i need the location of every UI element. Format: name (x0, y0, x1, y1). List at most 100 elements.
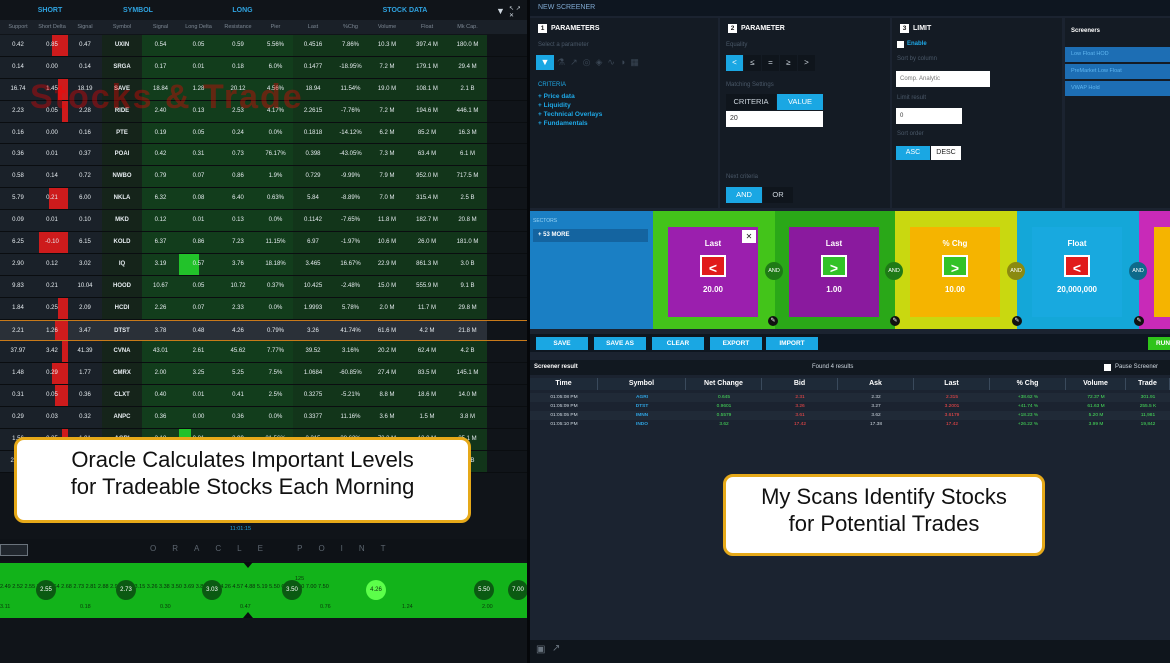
table-row[interactable]: 0.31 0.05 0.36 CLXT 0.40 0.01 0.41 2.5% 0.3275 -5… (0, 385, 527, 408)
edit-icon[interactable]: ✎ (1134, 316, 1144, 326)
table-row[interactable]: 0.42 0.85 0.47 UXIN 0.54 0.05 0.59 5.56% 0.4516 7… (0, 35, 527, 57)
results-col-8[interactable]: Trade (1126, 378, 1170, 390)
column-header-9[interactable]: %Chg (333, 20, 368, 34)
table-row[interactable]: 0.29 0.03 0.32 ANPC 0.36 0.00 0.36 0.0% 0.3377 11… (0, 407, 527, 430)
tab-criteria[interactable]: CRITERIA (726, 94, 776, 110)
and-button[interactable]: AND (726, 187, 762, 203)
filter-card-last-gt[interactable]: Last > 1.00 (789, 227, 879, 317)
desc-button[interactable]: DESC (931, 146, 961, 160)
save-as-button[interactable]: SAVE AS (594, 337, 646, 350)
op-lt-button[interactable]: < (726, 55, 743, 71)
column-header-11[interactable]: Float (406, 20, 448, 34)
oracle-level-circle[interactable]: 3.50 (282, 580, 302, 600)
close-icon[interactable]: ✕ (742, 230, 756, 243)
value-input[interactable]: 20 (726, 111, 823, 127)
param-type-icons[interactable]: ⚗↗◎◈∿◑▦ (557, 57, 644, 68)
result-cell: DTST (635, 404, 649, 409)
column-header-0[interactable]: Support (0, 20, 36, 34)
tree-item-liquidity[interactable]: + Liquidity (538, 101, 602, 110)
limit-result-input[interactable]: 0 (896, 108, 962, 124)
oracle-level-circle[interactable]: 2.73 (116, 580, 136, 600)
tree-item-technical[interactable]: + Technical Overlays (538, 110, 602, 119)
result-row[interactable]: 01:05:05 PM IMNN 0.5579 3.61 3.62 3.6179 +18.2… (530, 411, 1170, 420)
oracle-level-circle[interactable]: 3.03 (202, 580, 222, 600)
column-header-8[interactable]: Last (293, 20, 333, 34)
op-eq-button[interactable]: = (762, 55, 779, 71)
screener-vwap-hold[interactable]: VWAP Hold (1065, 81, 1170, 96)
results-col-1[interactable]: Symbol (598, 378, 686, 390)
window-controls-icon[interactable]: ↖ ↗ ✕ (509, 5, 527, 19)
import-button[interactable]: IMPORT (766, 337, 818, 350)
table-row[interactable]: 1.48 0.29 1.77 CMRX 2.00 3.25 5.25 7.5% 1.0684 -6… (0, 363, 527, 386)
filter-card-float[interactable]: Float < 20,000,000 (1032, 227, 1122, 317)
asc-button[interactable]: ASC (896, 146, 930, 160)
result-row[interactable]: 01:05:09 PM DTST 0.9601 3.26 3.27 3.2001 +41.7… (530, 402, 1170, 411)
results-col-2[interactable]: Net Change (686, 378, 762, 390)
results-col-5[interactable]: Last (914, 378, 990, 390)
tab-value[interactable]: VALUE (777, 94, 823, 110)
table-row[interactable]: 0.58 0.14 0.72 NWBO 0.79 0.07 0.86 1.9% 0.729 -9.… (0, 166, 527, 189)
table-row[interactable]: 1.84 0.25 2.09 HCDI 2.26 0.07 2.33 0.0% 1.9993 5.… (0, 297, 527, 320)
parameter-tree[interactable]: + Price data + Liquidity + Technical Ove… (538, 92, 602, 128)
screener-low-float-hod[interactable]: Low Float HOD (1065, 47, 1170, 62)
tree-item-fundamentals[interactable]: + Fundamentals (538, 119, 602, 128)
table-row[interactable]: 2.90 0.12 3.02 IQ 3.19 0.57 3.76 18.18% 3.465 16.… (0, 253, 527, 276)
export-button[interactable]: EXPORT (710, 337, 762, 350)
oracle-input[interactable] (0, 544, 28, 556)
column-header-5[interactable]: Long Delta (179, 20, 218, 34)
edit-icon[interactable]: ✎ (768, 316, 778, 326)
table-row[interactable]: 6.25 -0.10 6.15 KOLD 6.37 0.86 7.23 11.15% 6.97 -… (0, 232, 527, 254)
oracle-level-circle[interactable]: 2.55 (36, 580, 56, 600)
screener-premarket-low-float[interactable]: PreMarket Low Float (1065, 64, 1170, 79)
pause-checkbox[interactable] (1104, 364, 1111, 371)
op-ge-button[interactable]: ≥ (780, 55, 797, 71)
cell-text: 63.4 M (417, 151, 437, 158)
results-col-6[interactable]: % Chg (990, 378, 1066, 390)
column-header-12[interactable]: Mk Cap. (448, 20, 487, 34)
column-header-4[interactable]: Signal (142, 20, 179, 34)
more-sectors-button[interactable]: + 53 MORE (533, 229, 648, 242)
enable-checkbox[interactable] (897, 41, 904, 48)
filter-param-icon[interactable]: ▼ (536, 55, 554, 70)
or-button[interactable]: OR (763, 187, 793, 203)
filter-card-partial[interactable] (1154, 227, 1170, 317)
results-col-0[interactable]: Time (530, 378, 598, 390)
filter-card-pct-chg[interactable]: % Chg > 10.00 (910, 227, 1000, 317)
share-icon[interactable]: ↗ (552, 643, 560, 654)
save-icon[interactable]: ▣ (536, 644, 545, 655)
oracle-level-circle[interactable]: 4.26 (366, 580, 386, 600)
clear-button[interactable]: CLEAR (652, 337, 704, 350)
table-row[interactable]: 0.16 0.00 0.16 PTE 0.19 0.05 0.24 0.0% 0.1818 -14… (0, 122, 527, 145)
results-col-4[interactable]: Ask (838, 378, 914, 390)
op-le-button[interactable]: ≤ (744, 55, 761, 71)
result-row[interactable]: 01:05:08 PM AGRI 0.645 2.31 2.32 2.315 +38.62 … (530, 393, 1170, 402)
tree-item-price[interactable]: + Price data (538, 92, 602, 101)
save-button[interactable]: SAVE (536, 337, 588, 350)
sort-by-select[interactable]: Comp. Analytic (896, 71, 990, 87)
table-row[interactable]: 9.83 0.21 10.04 HOOD 10.67 0.05 10.72 0.37% 10.4… (0, 275, 527, 298)
op-gt-button[interactable]: > (798, 55, 815, 71)
result-row[interactable]: 01:05:10 PM INDO 3.62 17.42 17.38 17.42 +26.22… (530, 420, 1170, 429)
table-row[interactable]: 2.21 1.26 3.47 DTST 3.78 0.48 4.26 0.79% 3.26 41.… (0, 319, 527, 342)
edit-icon[interactable]: ✎ (890, 316, 900, 326)
cell-text: 0.0% (268, 304, 283, 311)
oracle-level-circle[interactable]: 5.50 (474, 580, 494, 600)
filter-icon[interactable]: ▼ (496, 6, 505, 16)
column-header-1[interactable]: Short Delta (36, 20, 68, 34)
column-header-6[interactable]: Resistance (218, 20, 258, 34)
column-header-3[interactable]: Symbol (102, 20, 142, 34)
results-col-3[interactable]: Bid (762, 378, 838, 390)
column-header-2[interactable]: Signal (68, 20, 102, 34)
cell-resistance: 5.25 (218, 363, 258, 385)
results-col-7[interactable]: Volume (1066, 378, 1126, 390)
run-button[interactable]: RUN (1148, 337, 1170, 350)
column-header-10[interactable]: Volume (368, 20, 406, 34)
column-header-7[interactable]: Pier (258, 20, 293, 34)
table-row[interactable]: 37.97 3.42 41.39 CVNA 43.01 2.61 45.62 7.77% 39.… (0, 341, 527, 364)
table-row[interactable]: 5.79 0.21 6.00 NKLA 6.32 0.08 6.40 0.63% 5.84 -8.… (0, 188, 527, 211)
table-row[interactable]: 0.09 0.01 0.10 MKD 0.12 0.01 0.13 0.0% 0.1142 -7.… (0, 210, 527, 233)
edit-icon[interactable]: ✎ (1012, 316, 1022, 326)
oracle-level-circle[interactable]: 7.00 (508, 580, 527, 600)
table-row[interactable]: 0.14 0.00 0.14 SRGA 0.17 0.01 0.18 6.0% 0.1477 -1… (0, 56, 527, 79)
table-row[interactable]: 0.36 0.01 0.37 POAI 0.42 0.31 0.73 76.17% 0.398 -… (0, 144, 527, 167)
